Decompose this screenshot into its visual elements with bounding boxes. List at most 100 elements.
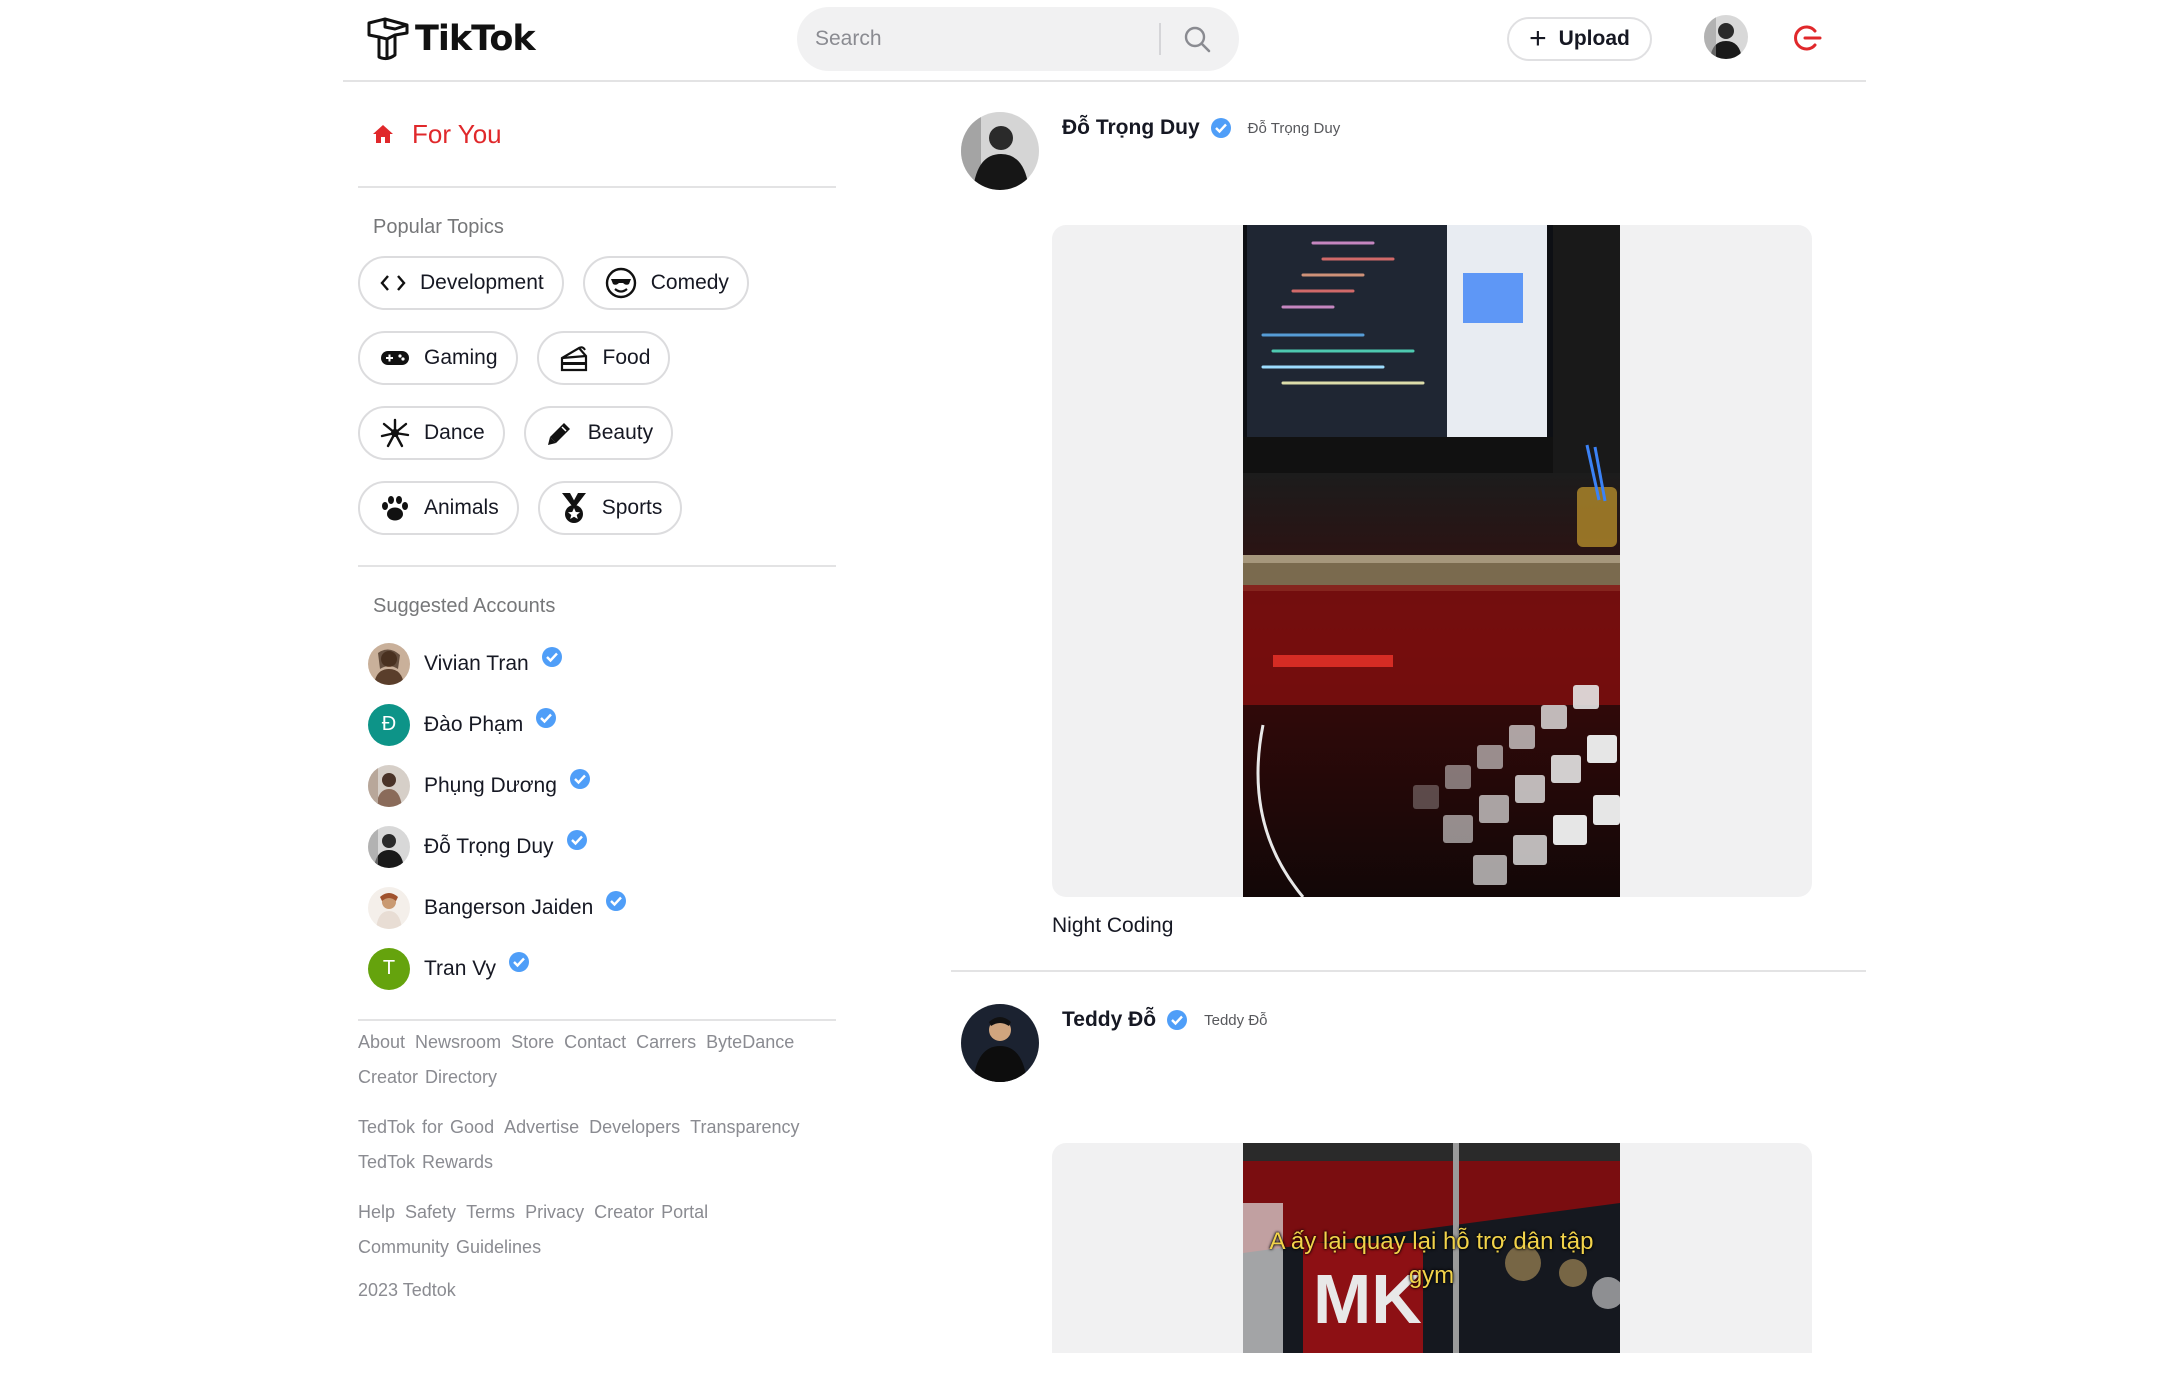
avatar: Đ — [368, 703, 410, 746]
verified-badge-icon — [1167, 1010, 1188, 1030]
footer-link[interactable]: Creator Directory — [358, 1067, 497, 1087]
copyright: 2023 Tedtok — [358, 1280, 456, 1300]
medal-icon — [561, 493, 586, 523]
post-author-avatar[interactable] — [961, 112, 1039, 190]
search-icon — [1184, 26, 1211, 53]
footer-link[interactable]: Community Guidelines — [358, 1237, 541, 1257]
verified-badge-icon — [541, 646, 562, 667]
popular-topics-title: Popular Topics — [373, 216, 504, 238]
footer-link[interactable]: ByteDance — [706, 1032, 794, 1052]
post-header: Đỗ Trọng Duy Đỗ Trọng Duy — [951, 82, 1866, 222]
topic-label: Animals — [424, 496, 499, 519]
post-author-handle: Teddy Đỗ — [1204, 1011, 1268, 1029]
account-item[interactable]: Phụng Dương — [358, 755, 836, 816]
footer-link[interactable]: Privacy — [525, 1202, 584, 1222]
paw-icon — [382, 496, 408, 521]
avatar — [368, 764, 410, 807]
topic-beauty[interactable]: Beauty — [523, 406, 674, 460]
verified-badge-icon — [566, 829, 587, 850]
account-item[interactable]: Đỗ Trọng Duy — [358, 816, 836, 877]
plus-icon: + — [1529, 22, 1547, 55]
topic-label: Development — [420, 271, 544, 294]
footer-link[interactable]: TedTok for Good — [358, 1117, 494, 1137]
post-author-name[interactable]: Teddy Đỗ — [1062, 1008, 1156, 1032]
topic-animals[interactable]: Animals — [358, 481, 519, 535]
avatar: T — [368, 947, 410, 990]
footer-link[interactable]: Advertise — [504, 1117, 579, 1137]
post-author-handle: Đỗ Trọng Duy — [1247, 119, 1341, 137]
account-item[interactable]: Đ Đào Phạm — [358, 694, 836, 755]
account-name: Đào Phạm — [424, 712, 524, 736]
topic-dance[interactable]: Dance — [358, 406, 505, 460]
footer-link[interactable]: Safety — [405, 1202, 456, 1222]
verified-badge-icon — [606, 890, 627, 911]
account-item[interactable]: Bangerson Jaiden — [358, 877, 836, 938]
verified-badge-icon — [508, 951, 529, 972]
nav-for-you[interactable]: For You — [358, 82, 836, 186]
video-feed: Đỗ Trọng Duy Đỗ Trọng Duy Night Coding T… — [951, 82, 1866, 1387]
topic-label: Beauty — [587, 421, 654, 444]
logout-glyph — [1794, 25, 1822, 51]
video-container — [1052, 225, 1812, 897]
video-container: MK A ấy lại quay lại hỗ trợ dân tập gym — [1052, 1143, 1812, 1353]
search-input[interactable] — [815, 27, 1155, 51]
footer-group-2: TedTok for Good Advertise Developers Transp… — [358, 1110, 836, 1180]
cake-icon — [560, 346, 587, 372]
topic-label: Gaming — [424, 346, 498, 369]
tiktok-logo-icon — [367, 17, 409, 61]
upload-button[interactable]: + Upload — [1507, 17, 1652, 61]
brush-icon — [547, 423, 570, 445]
footer-link[interactable]: Terms — [466, 1202, 515, 1222]
for-you-label: For You — [412, 118, 502, 149]
home-icon — [373, 125, 393, 143]
footer-link[interactable]: About — [358, 1032, 405, 1052]
footer-link[interactable]: Store — [511, 1032, 554, 1052]
video-player[interactable] — [1243, 225, 1620, 897]
footer-link[interactable]: TedTok Rewards — [358, 1152, 493, 1172]
video-thumbnail — [1243, 225, 1620, 897]
avatar — [368, 825, 410, 868]
post-author-avatar[interactable] — [961, 1004, 1039, 1082]
footer-link[interactable]: Help — [358, 1202, 395, 1222]
sunglasses-face-icon — [605, 267, 636, 299]
account-name: Vivian Tran — [424, 651, 529, 675]
post-caption: Night Coding — [1052, 914, 1174, 937]
video-overlay-text: A ấy lại quay lại hỗ trợ dân tập gym — [1269, 1228, 1594, 1289]
footer-group-3: Help Safety Terms Privacy Creator Portal Com… — [358, 1195, 836, 1265]
feed-post: Teddy Đỗ Teddy Đỗ MK A ấy lại quay lại h… — [951, 972, 1866, 1387]
verified-badge-icon — [1210, 118, 1231, 138]
topic-label: Comedy — [650, 271, 729, 294]
account-name: Tran Vy — [424, 956, 496, 980]
footer-link[interactable]: Contact — [564, 1032, 626, 1052]
topic-label: Sports — [601, 496, 663, 519]
footer-link[interactable]: Carrers — [636, 1032, 696, 1052]
footer-link[interactable]: Creator Portal — [594, 1202, 708, 1222]
dance-icon — [380, 418, 410, 448]
footer-link[interactable]: Transparency — [690, 1117, 799, 1137]
footer-link[interactable]: Newsroom — [415, 1032, 501, 1052]
account-name: Bangerson Jaiden — [424, 895, 594, 919]
footer-group-1: About Newsroom Store Contact Carrers ByteDanc… — [358, 1025, 836, 1095]
topic-gaming[interactable]: Gaming — [358, 331, 518, 385]
search-bar — [797, 7, 1239, 71]
topic-sports[interactable]: Sports — [537, 481, 683, 535]
video-player[interactable]: MK A ấy lại quay lại hỗ trợ dân tập gym — [1243, 1143, 1620, 1353]
account-name: Đỗ Trọng Duy — [424, 834, 554, 858]
account-item[interactable]: Vivian Tran — [358, 633, 836, 694]
topic-development[interactable]: Development — [358, 256, 564, 310]
user-avatar[interactable] — [1704, 15, 1748, 59]
logout-icon[interactable] — [1791, 22, 1823, 54]
account-item[interactable]: T Tran Vy — [358, 938, 836, 999]
upload-label: Upload — [1558, 27, 1630, 50]
topic-comedy[interactable]: Comedy — [582, 256, 749, 310]
suggested-accounts-title: Suggested Accounts — [373, 595, 556, 617]
suggested-accounts-list: Vivian Tran Đ Đào Phạm Phụng Dương Đỗ Tr… — [358, 627, 836, 1019]
topic-food[interactable]: Food — [536, 331, 671, 385]
tiktok-logo[interactable]: TikTok — [365, 14, 536, 64]
post-author-name[interactable]: Đỗ Trọng Duy — [1062, 116, 1200, 140]
search-button[interactable] — [1161, 7, 1233, 71]
code-icon — [380, 275, 406, 291]
feed-post: Đỗ Trọng Duy Đỗ Trọng Duy Night Coding — [951, 82, 1866, 972]
footer-link[interactable]: Developers — [589, 1117, 680, 1137]
topic-chips: Development Comedy Gaming Food Dance Bea… — [358, 256, 836, 565]
